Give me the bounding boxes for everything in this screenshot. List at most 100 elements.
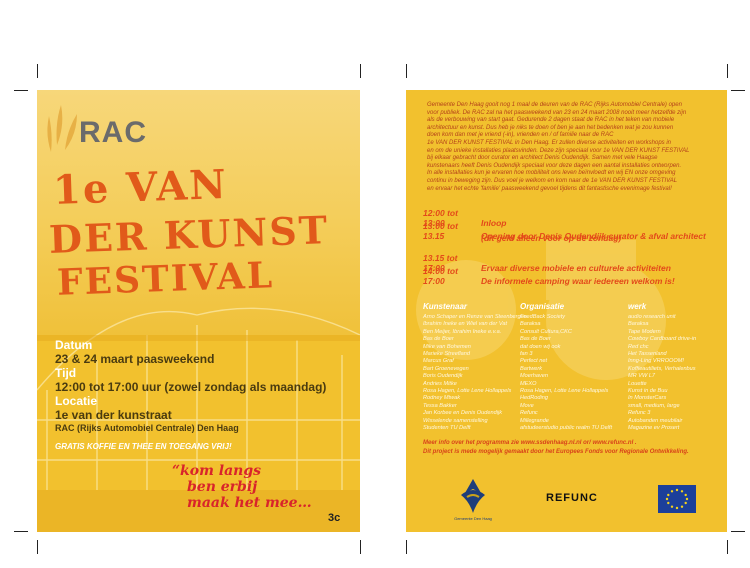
schedule-desc: De informele camping waar iedereen welko… bbox=[481, 276, 675, 286]
credit-item: fan 3 bbox=[520, 351, 533, 357]
footer-funding-line: Dit project is mede mogelijk gemaakt doo… bbox=[423, 449, 689, 455]
credit-item: Rodney Mtwak bbox=[423, 395, 460, 402]
festival-title-line-3: FESTIVAL bbox=[56, 254, 275, 304]
intro-line: In alle installaties kun je ervaren hoe … bbox=[427, 170, 676, 177]
intro-line: als de verbouwing van start gaat. Gedure… bbox=[427, 117, 675, 124]
credit-item: Studenten TU Delft bbox=[423, 425, 471, 431]
credit-item: Moerhaven bbox=[520, 373, 548, 380]
credit-item: FeedBack Society bbox=[520, 314, 566, 320]
crop-mark bbox=[406, 540, 407, 554]
flyer-back: Gemeente Den Haag gooit nog 1 maal de de… bbox=[406, 90, 727, 532]
schedule-row: (dit geld alleen voor op de zondag) bbox=[423, 233, 621, 243]
crop-mark bbox=[727, 64, 728, 78]
intro-line: 1e VAN DER KUNST FESTIVAL in Den Haag. E… bbox=[427, 139, 671, 146]
credit-item: Millegrande bbox=[520, 417, 549, 424]
datum-value: 23 & 24 maart paasweekend bbox=[55, 352, 215, 366]
tijd-value: 12:00 tot 17:00 uur (zowel zondag als ma… bbox=[55, 380, 327, 394]
tijd-label: Tijd bbox=[55, 366, 77, 380]
credit-item: Magazine ev Prosert bbox=[628, 425, 680, 431]
credit-item: Refunc 3 bbox=[628, 410, 651, 417]
credit-item: Louette bbox=[628, 380, 647, 387]
credit-item: Baraksa bbox=[628, 321, 649, 328]
credit-item: Refunc bbox=[520, 410, 538, 417]
intro-line: continu in beweging zijn. Dus voel je we… bbox=[427, 177, 678, 184]
intro-line: architectuur en kunst. Dus heb je niks t… bbox=[427, 124, 674, 131]
flyer-front: RAC 1e VAN DER KUNST FESTIVAL Datum 23 &… bbox=[37, 90, 360, 532]
werk-header: werk bbox=[628, 302, 647, 311]
free-entry-text: GRATIS KOFFIE EN THEE EN TOEGANG VRIJ! bbox=[55, 442, 232, 451]
organisatie-header: Organisatie bbox=[520, 302, 565, 311]
credit-item: Ben Meijer, Ibrahim Ineke e.v.a. bbox=[423, 328, 502, 335]
credit-item: Autobanden meubilair bbox=[628, 417, 683, 424]
crop-mark bbox=[731, 531, 745, 532]
crop-mark bbox=[731, 90, 745, 91]
intro-line: en om de unieke installaties plaatsvinde… bbox=[427, 147, 690, 154]
credit-item: Koffieautiliets, Verhalenbus bbox=[628, 365, 696, 372]
intro-line: kunstenaars heeft Denis Oudendijk specia… bbox=[427, 162, 682, 169]
credit-item: Cowboy Cardboard drive-in bbox=[628, 336, 697, 343]
intro-text: Gemeente Den Haag gooit nog 1 maal de de… bbox=[427, 102, 717, 193]
credit-item: Rosa Hagen, Lotte Lene Hollappels bbox=[423, 388, 512, 394]
crop-mark bbox=[727, 540, 728, 554]
intro-line: doen kom dan met je vriend (-in), vriend… bbox=[427, 132, 614, 139]
kunstenaar-header: Kunstenaar bbox=[423, 302, 468, 311]
credit-item: Bart Groenevegen bbox=[423, 365, 469, 372]
slogan-line-3: maak het mee… bbox=[187, 495, 312, 511]
credit-item: Bas de Boer bbox=[520, 336, 551, 343]
datum-label: Datum bbox=[55, 338, 93, 352]
credit-item: HedRoding bbox=[520, 395, 548, 402]
refunc-logo: REFUNC bbox=[546, 492, 598, 504]
crop-mark bbox=[360, 540, 361, 554]
credit-item: Bas de Boer bbox=[423, 336, 454, 343]
credit-item: Marcus Graf bbox=[423, 358, 454, 365]
credit-item: Baraksa bbox=[520, 321, 541, 328]
credit-item: MR VW L7 bbox=[628, 373, 656, 380]
slogan-line-1: “kom langs bbox=[172, 463, 262, 479]
credit-item: dat doen wij ook bbox=[520, 343, 561, 350]
crop-mark bbox=[14, 531, 28, 532]
credit-item: Het Tassenland bbox=[628, 351, 667, 357]
credit-item: MEXO bbox=[520, 380, 537, 387]
schedule-row: 14:00 tot 17:00 De informele camping waar… bbox=[423, 266, 675, 286]
intro-line: en ervaar het echte 'familie' paasweeken… bbox=[427, 185, 672, 192]
credit-item: Bartwerk bbox=[520, 365, 543, 372]
credit-item: audio research unit bbox=[628, 314, 676, 320]
locatie-detail: RAC (Rijks Automobiel Centrale) Den Haag bbox=[55, 423, 239, 433]
festival-title-line-1: 1e VAN bbox=[52, 160, 229, 215]
credit-item: small, medium, large bbox=[628, 402, 680, 409]
intro-line: bij elkaar gebracht door curator en arch… bbox=[427, 155, 658, 162]
eu-flag-icon bbox=[658, 485, 696, 513]
gemeente-den-haag-logo-icon bbox=[461, 479, 485, 513]
locatie-value: 1e van der kunstraat bbox=[55, 408, 172, 422]
crop-mark bbox=[406, 64, 407, 78]
crop-mark bbox=[360, 64, 361, 78]
credit-item: Move bbox=[520, 402, 534, 409]
schedule-desc: (dit geld alleen voor op de zondag) bbox=[481, 233, 622, 243]
schedule-time: 14:00 tot 17:00 bbox=[423, 266, 458, 286]
crop-mark bbox=[14, 90, 28, 91]
slogan-line-2: ben erbij bbox=[187, 479, 258, 495]
intro-line: Gemeente Den Haag gooit nog 1 maal de de… bbox=[427, 102, 682, 108]
credit-item: Mike van Bohemen bbox=[423, 343, 471, 350]
credit-item: Red chc bbox=[628, 343, 649, 350]
credit-item: In MonsterCars bbox=[628, 395, 667, 402]
credit-item: Ibrahim Ineke en Wiel van der Vat bbox=[423, 321, 508, 328]
credit-item: Tape Modern bbox=[628, 328, 661, 335]
rac-logo: RAC bbox=[79, 116, 147, 149]
footer-info-line: Meer info over het programma zie www.ssd… bbox=[423, 440, 637, 446]
credit-item: Jan Korbee en Denis Oudendijk bbox=[423, 410, 502, 417]
credit-item: afstudeerstudio public realm TU Delft bbox=[520, 425, 613, 431]
credit-item: Boris Oudendijk bbox=[423, 373, 463, 380]
crop-mark bbox=[37, 64, 38, 78]
locatie-label: Locatie bbox=[55, 394, 98, 408]
printer-mark: 3c bbox=[328, 512, 341, 524]
credit-item: Perfect net bbox=[520, 358, 548, 365]
credit-item: Tessa Bakker bbox=[423, 402, 457, 409]
wheat-icon bbox=[47, 105, 77, 152]
credit-item: Wisselende samenstelling bbox=[423, 417, 488, 424]
credit-item: Kunst in de Buu bbox=[628, 388, 668, 394]
credit-item: Inng-Ling VRROOOM! bbox=[628, 358, 684, 365]
credit-item: Consult Cultura,CKC bbox=[520, 328, 572, 335]
intro-line: voor publiek. De RAC zal na het paasweek… bbox=[427, 109, 687, 116]
crop-mark bbox=[37, 540, 38, 554]
